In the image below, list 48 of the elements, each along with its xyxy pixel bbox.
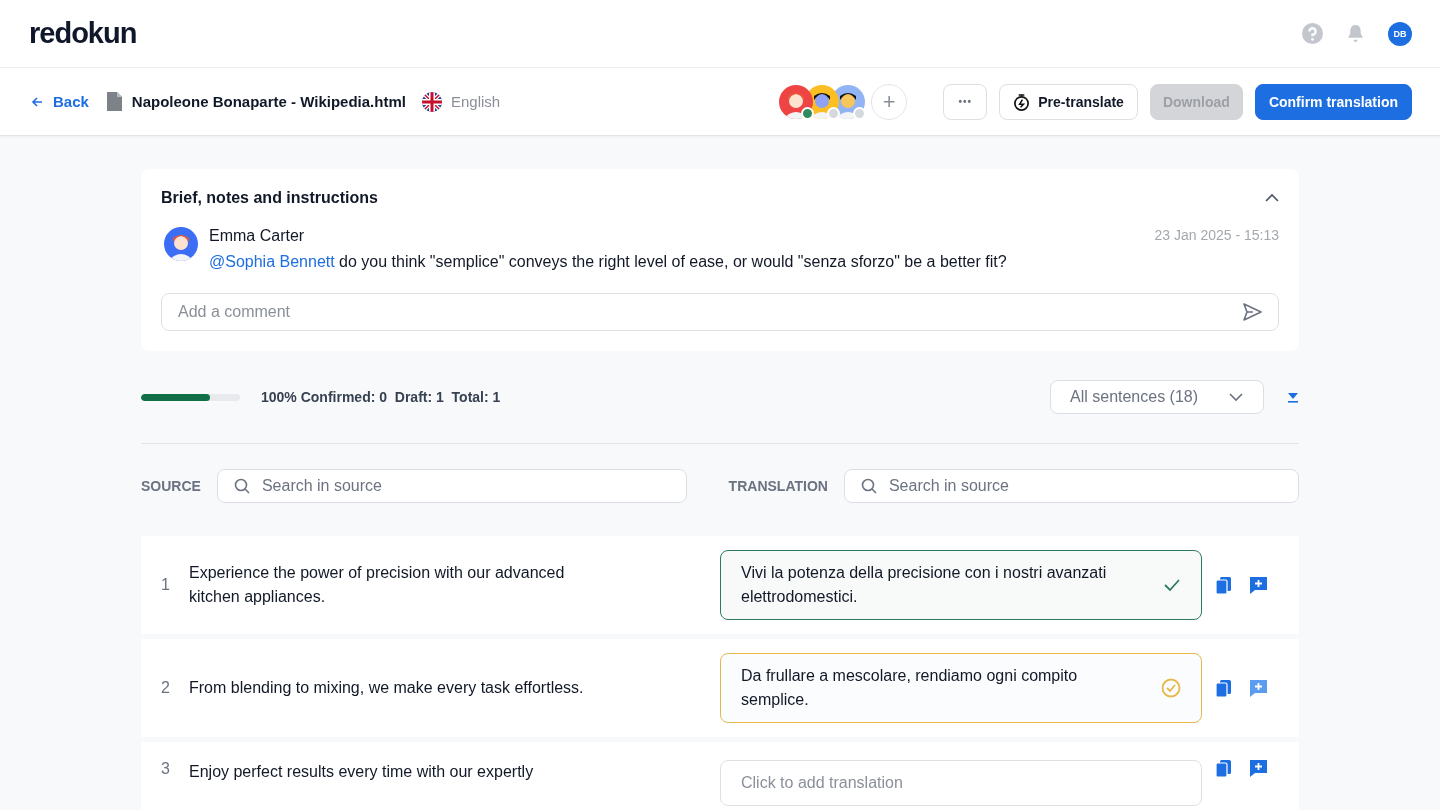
circled-check-icon — [1161, 678, 1181, 698]
chevron-up-icon[interactable] — [1265, 193, 1279, 203]
translation-field[interactable]: Click to add translation — [720, 760, 1202, 806]
user-avatar[interactable]: DB — [1388, 21, 1412, 46]
file-name: Napoleone Bonaparte - Wikipedia.html — [131, 93, 406, 110]
section-title: Brief, notes and instructions — [161, 189, 378, 207]
chevron-down-icon — [1229, 392, 1243, 402]
copy-icon[interactable] — [1216, 576, 1232, 594]
comment-field[interactable]: Add a comment — [161, 293, 1279, 331]
logo: redokun — [29, 17, 138, 50]
search-icon — [233, 478, 250, 494]
add-comment-icon[interactable] — [1250, 576, 1267, 594]
back-arrow-icon — [30, 94, 43, 109]
document-icon — [106, 92, 122, 111]
back-link[interactable]: Back — [30, 93, 89, 110]
translation-field[interactable]: Da frullare a mescolare, rendiamo ogni compito semplice. — [720, 653, 1202, 723]
avatar — [779, 84, 814, 119]
stopwatch-icon — [1013, 92, 1031, 111]
more-button[interactable]: ••• — [943, 83, 988, 120]
download-arrow-icon[interactable] — [1287, 391, 1299, 403]
pretranslate-button[interactable]: Pre-translate — [999, 83, 1138, 120]
search-icon — [860, 478, 877, 494]
timestamp: 23 Jan 2025 - 15:13 — [1154, 227, 1279, 245]
search-field[interactable]: Search in source — [216, 469, 687, 503]
add-collaborator-button[interactable]: + — [871, 83, 908, 120]
add-comment-icon[interactable] — [1250, 760, 1267, 777]
language-label: English — [450, 93, 502, 110]
copy-icon[interactable] — [1216, 760, 1232, 777]
column-label: SOURCE — [141, 478, 201, 494]
comment-text: @Sophia Bennett do you think "semplice" conveys the right level of ease, or would "senza sforzo" be a better fit? — [209, 253, 1008, 271]
send-icon[interactable] — [1243, 303, 1262, 321]
segment-number: 3 — [161, 760, 171, 778]
source-text: From blending to mixing, we make every task effortless. — [189, 678, 585, 698]
author-name: Emma Carter — [209, 227, 305, 245]
source-text: Enjoy perfect results every time with our expertly — [189, 762, 535, 782]
source-text: Experience the power of precision with our advanced kitchen appliances. — [189, 563, 566, 607]
add-comment-icon[interactable] — [1250, 679, 1267, 697]
copy-icon[interactable] — [1216, 679, 1232, 697]
filter-dropdown[interactable]: All sentences (18) — [1050, 380, 1264, 414]
segment-number: 2 — [161, 679, 171, 697]
translation-field[interactable]: Vivi la potenza della precisione con i nostri avanzati elettrodomestici. — [720, 550, 1202, 620]
uk-flag-icon — [421, 91, 442, 112]
search-field[interactable]: Search in source — [843, 469, 1299, 503]
segment-number: 1 — [161, 576, 171, 594]
column-label: TRANSLATION — [728, 478, 828, 494]
mention-link[interactable]: @Sophia Bennett — [209, 253, 335, 270]
progress-summary: 100% Confirmed: 0 Draft: 1 Total: 1 — [261, 389, 502, 405]
confirm-button[interactable]: Confirm translation — [1254, 83, 1412, 120]
